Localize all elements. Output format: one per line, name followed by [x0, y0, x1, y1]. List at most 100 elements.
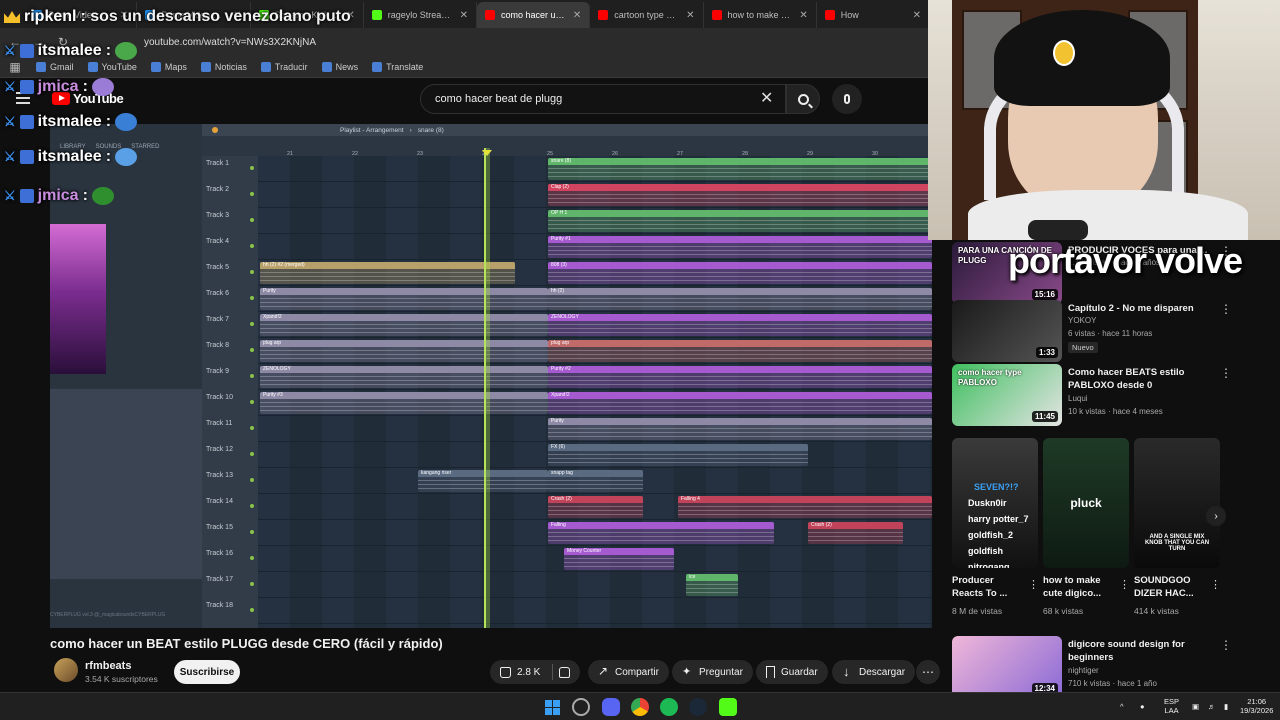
playlist-clip[interactable]: plug arp — [260, 340, 548, 362]
tab-close-icon[interactable]: ✕ — [799, 10, 807, 21]
playlist-clip[interactable]: ZENOLOGY — [548, 314, 932, 336]
short-thumbnail[interactable]: AND A SINGLE MIX KNOB THAT YOU CAN TURN — [1134, 438, 1220, 568]
clock[interactable]: 21:06 19/3/2026 — [1240, 697, 1273, 715]
bookmark-item[interactable]: Noticias — [200, 61, 247, 72]
recommended-title[interactable]: Capítulo 2 - No me disparen — [1068, 302, 1218, 315]
track-name[interactable]: Track 3 — [206, 212, 229, 219]
more-actions-button[interactable]: ⋯ — [916, 660, 940, 684]
track-led[interactable] — [250, 192, 254, 196]
track-name[interactable]: Track 8 — [206, 342, 229, 349]
browser-tab[interactable]: Prime Video: The Bo... ✕ — [24, 2, 138, 28]
bookmark-item[interactable]: Translate — [372, 61, 423, 72]
battery-icon[interactable]: ▮ — [1224, 702, 1228, 711]
chrome-icon[interactable] — [631, 698, 649, 716]
channel-name[interactable]: rfmbeats — [85, 660, 131, 672]
recommended-video[interactable]: como hacer type PABLOXO 11:45 Como hacer B… — [952, 364, 1272, 430]
track-led[interactable] — [250, 582, 254, 586]
playlist-clip[interactable]: Xpand!2 — [260, 314, 548, 336]
apps-grid-icon[interactable]: ▦ — [8, 60, 22, 74]
playlist-clip[interactable]: ZENOLOGY — [260, 366, 548, 388]
playlist-clip[interactable]: Clap (2) — [548, 184, 932, 206]
share-button[interactable]: Compartir — [588, 660, 669, 684]
more-options-icon[interactable]: ⋮ — [1210, 578, 1221, 591]
track-name[interactable]: Track 10 — [206, 394, 233, 401]
playlist-clip[interactable]: OP H 1 — [548, 210, 932, 232]
track-led[interactable] — [250, 322, 254, 326]
playlist-clip[interactable]: kangang riser — [418, 470, 548, 492]
track-led[interactable] — [250, 166, 254, 170]
short-thumbnail[interactable]: pluck — [1043, 438, 1129, 568]
track-name[interactable]: Track 9 — [206, 368, 229, 375]
recommended-video[interactable]: 1:33 Capítulo 2 - No me disparen YOKOY 6 vi… — [952, 300, 1272, 366]
like-button[interactable]: 2.8 K — [490, 660, 581, 684]
playlist-clip[interactable]: Crash (2) — [548, 496, 643, 518]
short-title[interactable]: how to make cute digico... — [1043, 574, 1115, 600]
track-name[interactable]: Track 17 — [206, 576, 233, 583]
track-led[interactable] — [250, 504, 254, 508]
more-options-icon[interactable]: ⋮ — [1220, 302, 1232, 316]
bookmark-item[interactable]: Traducir — [260, 61, 308, 72]
video-player[interactable]: LIBRARY SOUNDS STARRED CYBERPLUG vol.3 @_m… — [50, 124, 932, 628]
more-options-icon[interactable]: ⋮ — [1028, 578, 1039, 591]
recommended-title[interactable]: Como hacer BEATS estilo PABLOXO desde 0 — [1068, 366, 1218, 392]
browser-tab[interactable]: como hacer un BEAT ✕ — [477, 2, 591, 28]
spotify-icon[interactable] — [660, 698, 678, 716]
track-led[interactable] — [250, 348, 254, 352]
playlist-clip[interactable]: plug arp — [548, 340, 932, 362]
track-led[interactable] — [250, 452, 254, 456]
more-options-icon[interactable]: ⋮ — [1119, 578, 1130, 591]
tab-close-icon[interactable]: ✕ — [346, 10, 354, 21]
track-name[interactable]: Track 11 — [206, 420, 232, 427]
track-led[interactable] — [250, 218, 254, 222]
video-thumbnail[interactable]: 12:34 — [952, 636, 1062, 698]
playlist-clip[interactable]: Purity #2 — [548, 366, 932, 388]
recommended-channel[interactable]: nightiger — [1068, 666, 1099, 675]
voice-search-button[interactable] — [832, 84, 862, 114]
save-button[interactable]: Guardar — [756, 660, 828, 684]
wifi-icon[interactable]: ● — [1140, 702, 1145, 711]
track-led[interactable] — [250, 608, 254, 612]
track-name[interactable]: Track 5 — [206, 264, 229, 271]
playlist-clip[interactable]: Purity — [548, 418, 932, 440]
reload-icon[interactable]: ↻ — [56, 35, 70, 49]
track-name[interactable]: Track 4 — [206, 238, 229, 245]
video-thumbnail[interactable]: 1:33 — [952, 300, 1062, 362]
track-name[interactable]: Track 13 — [206, 472, 233, 479]
track-led[interactable] — [250, 374, 254, 378]
channel-avatar[interactable] — [54, 658, 78, 682]
track-led[interactable] — [250, 556, 254, 560]
browser-tab[interactable]: how to make simple ✕ — [704, 2, 817, 28]
discord-icon[interactable] — [602, 698, 620, 716]
language-indicator[interactable]: ESP LAA — [1164, 697, 1179, 715]
tab-close-icon[interactable]: ✕ — [573, 10, 581, 21]
subscribe-button[interactable]: Suscribirse — [174, 660, 240, 684]
recommended-channel[interactable]: YOKOY — [1068, 316, 1096, 325]
track-led[interactable] — [250, 244, 254, 248]
thumbs-down-icon[interactable] — [559, 666, 571, 678]
tab-close-icon[interactable]: ✕ — [233, 10, 241, 21]
back-icon[interactable]: ← — [8, 35, 22, 49]
playlist-clip[interactable]: snare (8) — [548, 158, 932, 180]
clear-search-icon[interactable]: ✕ — [760, 88, 773, 108]
shorts-next-icon[interactable]: › — [1206, 506, 1226, 526]
playlist-clip[interactable]: Xpand!2 — [548, 392, 932, 414]
bookmark-item[interactable]: Maps — [150, 61, 187, 72]
track-name[interactable]: Track 18 — [206, 602, 233, 609]
short-title[interactable]: Producer Reacts To ... — [952, 574, 1024, 600]
tab-close-icon[interactable]: ✕ — [913, 10, 921, 21]
settings-icon[interactable] — [572, 698, 590, 716]
track-name[interactable]: Track 7 — [206, 316, 229, 323]
track-led[interactable] — [250, 426, 254, 430]
more-options-icon[interactable]: ⋮ — [1220, 638, 1232, 652]
playlist-clip[interactable]: hh (2) #2 (merged) — [260, 262, 515, 284]
bookmark-item[interactable]: YouTube — [87, 61, 137, 72]
playlist-clip[interactable]: snapp tag — [548, 470, 643, 492]
browser-tab[interactable]: Prime Video Diario... ✕ — [137, 2, 251, 28]
youtube-logo[interactable]: YouTube — [52, 91, 124, 106]
playlist-clip[interactable]: hh (2) — [548, 288, 932, 310]
tray-chevron-icon[interactable]: ^ — [1120, 702, 1124, 711]
search-input[interactable]: como hacer beat de plugg — [420, 84, 786, 114]
short-thumbnail[interactable]: SEVEN?!? Duskn0ir harry potter_7 goldfish_2… — [952, 438, 1038, 568]
playlist-clip[interactable]: Purity #1 — [548, 236, 932, 258]
short-title[interactable]: SOUNDGOO DIZER HAC... — [1134, 574, 1206, 600]
